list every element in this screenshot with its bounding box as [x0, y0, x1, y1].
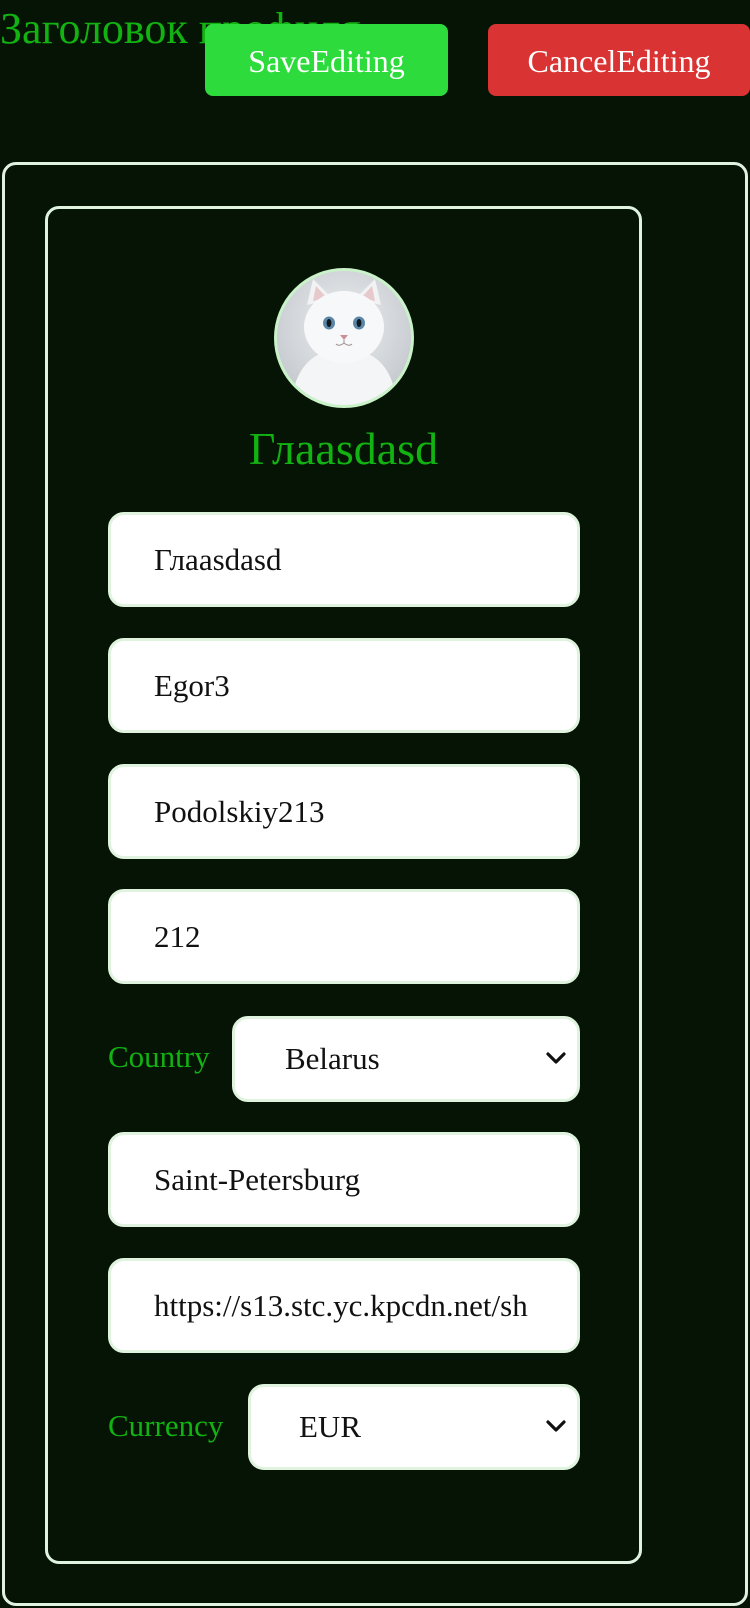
- surname-field[interactable]: [108, 764, 580, 859]
- chevron-down-icon: [546, 1052, 566, 1064]
- currency-select[interactable]: EUR: [248, 1384, 580, 1470]
- avatar[interactable]: [274, 268, 414, 408]
- username-field[interactable]: [108, 638, 580, 733]
- currency-selected-value: EUR: [299, 1409, 361, 1444]
- number-field[interactable]: [108, 889, 580, 984]
- save-editing-button[interactable]: SaveEditing: [205, 24, 448, 96]
- currency-label: Currency: [108, 1408, 224, 1443]
- cat-avatar-image: [277, 271, 411, 405]
- page-title: Заголовок профиля: [0, 4, 361, 53]
- country-label: Country: [108, 1039, 210, 1074]
- profile-display-name: Глaasdasd: [248, 423, 439, 474]
- cancel-editing-button[interactable]: CancelEditing: [488, 24, 750, 96]
- chevron-down-icon: [546, 1420, 566, 1432]
- name-field[interactable]: [108, 512, 580, 607]
- country-selected-value: Belarus: [285, 1041, 380, 1076]
- country-select[interactable]: Belarus: [232, 1016, 580, 1102]
- city-field[interactable]: [108, 1132, 580, 1227]
- avatar-url-field[interactable]: [108, 1258, 580, 1353]
- profile-card: [45, 206, 642, 1564]
